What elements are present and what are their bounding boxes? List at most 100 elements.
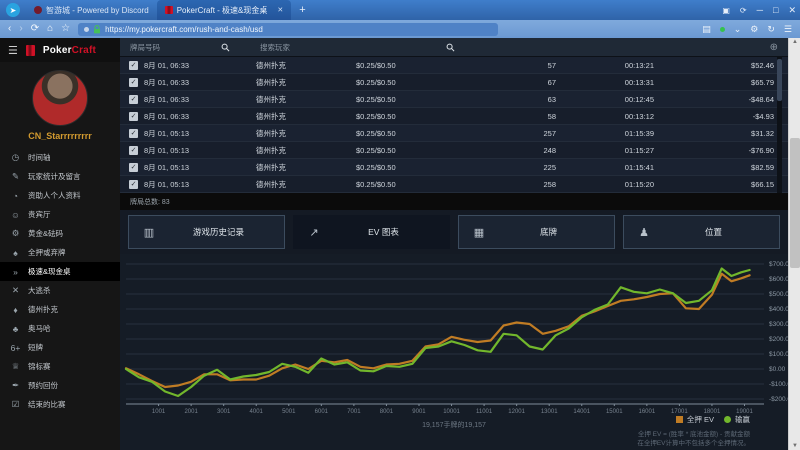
game-type: 德州扑克: [256, 162, 356, 173]
status-dot-icon[interactable]: [720, 24, 725, 34]
home-icon[interactable]: ⌂: [47, 24, 53, 34]
share-icon[interactable]: ⟳: [740, 6, 747, 15]
row-checkbox[interactable]: ✓: [129, 180, 138, 189]
row-checkbox[interactable]: ✓: [129, 129, 138, 138]
rush-and-cash-icon: »: [10, 267, 21, 277]
address-bar[interactable]: https://my.pokercraft.com/rush-and-cash/…: [78, 23, 498, 36]
table-row[interactable]: ✓8月 01, 05:13德州扑克$0.25/$0.5024801:15:27-…: [120, 142, 788, 159]
page-scrollbar[interactable]: ▲ ▼: [788, 38, 800, 450]
table-row[interactable]: ✓8月 01, 06:33德州扑克$0.25/$0.505800:13:12-$…: [120, 108, 788, 125]
sidebar-item-omaha[interactable]: ♣奥马哈: [0, 319, 120, 338]
svg-text:3001: 3001: [217, 409, 231, 415]
session-result: -$4.93: [654, 112, 774, 121]
site-info-icon[interactable]: [84, 27, 89, 32]
back-icon[interactable]: ‹: [8, 24, 11, 34]
row-checkbox[interactable]: ✓: [129, 112, 138, 121]
profile-badge-icon[interactable]: ▣: [722, 6, 730, 15]
sidebar-item-booked-staking[interactable]: ✒预约回份: [0, 376, 120, 395]
row-checkbox[interactable]: ✓: [129, 163, 138, 172]
table-row[interactable]: ✓8月 01, 06:33德州扑克$0.25/$0.506700:13:31$6…: [120, 74, 788, 91]
close-button[interactable]: ✕: [788, 5, 796, 16]
sidebar-item-timeline[interactable]: ◷时间轴: [0, 148, 120, 167]
table-row[interactable]: ✓8月 01, 06:33德州扑克$0.25/$0.506300:12:45-$…: [120, 91, 788, 108]
player-stats-notes-icon: ✎: [10, 171, 21, 182]
bookmark-star-icon[interactable]: ☆: [61, 24, 70, 34]
sidebar-item-vip-lounge[interactable]: ☺贵宾厅: [0, 205, 120, 224]
extensions-icon[interactable]: ▤: [702, 24, 711, 35]
svg-text:$400.00: $400.00: [769, 306, 788, 313]
hands-count: 257: [468, 129, 556, 138]
tab-pokercraft-label: PokerCraft - 极速&现金桌: [177, 5, 268, 16]
sidebar-item-holdem[interactable]: ♦德州扑克: [0, 300, 120, 319]
scrollbar-thumb[interactable]: [790, 138, 800, 268]
sidebar-item-gold-tokens[interactable]: ⚙黄金&砝码: [0, 224, 120, 243]
svg-text:2001: 2001: [184, 409, 198, 415]
row-checkbox[interactable]: ✓: [129, 78, 138, 87]
sidebar-item-staking-profile[interactable]: ◔资助人个人资料: [0, 186, 120, 205]
duration: 01:15:41: [556, 163, 654, 172]
row-checkbox[interactable]: ✓: [129, 61, 138, 70]
sidebar-item-rush-and-cash[interactable]: »极速&现金桌: [0, 262, 120, 281]
sidebar-item-short-deck[interactable]: 6+短牌: [0, 338, 120, 357]
sidebar-item-label: 全押或弃牌: [28, 247, 66, 258]
scroll-up-icon[interactable]: ▲: [789, 39, 800, 45]
scroll-down-icon[interactable]: ▼: [789, 443, 800, 449]
browser-tab-discord[interactable]: 智游城 - Powered by Discord: [26, 0, 157, 20]
settings-gear-icon[interactable]: ⚙: [750, 24, 758, 35]
svg-text:11001: 11001: [476, 409, 493, 415]
forward-icon[interactable]: ›: [19, 24, 22, 34]
telegram-icon[interactable]: ➤: [6, 3, 20, 17]
ev-chart-icon: ↗: [306, 226, 322, 239]
table-scrollbar[interactable]: [777, 57, 782, 193]
maximize-button[interactable]: □: [773, 5, 778, 15]
search-icon[interactable]: [446, 43, 455, 52]
pokercraft-favicon: [165, 6, 173, 14]
svg-text:-$200.00: -$200.00: [769, 396, 788, 403]
session-result: $82.59: [654, 163, 774, 172]
row-checkbox[interactable]: ✓: [129, 95, 138, 104]
hand-number-input[interactable]: 牌局号码: [130, 42, 215, 53]
history-icon[interactable]: ↻: [767, 24, 775, 35]
sidebar-item-player-stats-notes[interactable]: ✎ 玩家统计及留言: [0, 167, 120, 186]
stakes: $0.25/$0.50: [356, 78, 468, 87]
sidebar-hamburger-icon[interactable]: ☰: [8, 44, 18, 57]
session-result: $31.32: [654, 129, 774, 138]
player-search-input[interactable]: 搜索玩家: [260, 42, 440, 53]
sidebar-item-tournament[interactable]: ♕锦标赛: [0, 357, 120, 376]
minimize-button[interactable]: ─: [757, 5, 763, 15]
browser-tab-pokercraft[interactable]: PokerCraft - 极速&现金桌 ✕: [157, 0, 292, 20]
sidebar-item-label: 玩家统计及留言: [28, 171, 81, 182]
svg-text:5001: 5001: [282, 409, 296, 415]
table-row[interactable]: ✓8月 01, 05:13德州扑克$0.25/$0.5022501:15:41$…: [120, 159, 788, 176]
row-checkbox[interactable]: ✓: [129, 146, 138, 155]
duration: 01:15:39: [556, 129, 654, 138]
tab-position[interactable]: ♟位置: [623, 215, 780, 249]
sidebar-item-all-in-or-fold[interactable]: ♠全押或弃牌: [0, 243, 120, 262]
svg-text:$0.00: $0.00: [769, 366, 786, 373]
svg-text:$600.00: $600.00: [769, 276, 788, 283]
browser-menu-icon[interactable]: ☰: [784, 24, 792, 35]
table-row[interactable]: ✓8月 01, 05:13德州扑克$0.25/$0.5025801:15:20$…: [120, 176, 788, 193]
tab-ev-chart[interactable]: ↗EV 图表: [293, 215, 450, 249]
caret-down-icon[interactable]: ⌄: [734, 24, 742, 35]
svg-text:12001: 12001: [508, 409, 525, 415]
stakes: $0.25/$0.50: [356, 146, 468, 155]
svg-text:16001: 16001: [639, 409, 656, 415]
short-deck-icon: 6+: [10, 343, 21, 353]
table-row[interactable]: ✓8月 01, 06:33德州扑克$0.25/$0.505700:13:21$5…: [120, 57, 788, 74]
search-icon[interactable]: [221, 43, 230, 52]
language-globe-icon[interactable]: ⊕: [770, 42, 778, 53]
sidebar-item-finished-events[interactable]: ☑结束的比赛: [0, 395, 120, 414]
tab-hole-cards[interactable]: ▦底牌: [458, 215, 615, 249]
tab-close-icon[interactable]: ✕: [277, 6, 283, 14]
sidebar-item-battle-royale[interactable]: ✕大逃杀: [0, 281, 120, 300]
duration: 00:13:12: [556, 112, 654, 121]
table-row[interactable]: ✓8月 01, 05:13德州扑克$0.25/$0.5025701:15:39$…: [120, 125, 788, 142]
session-date: 8月 01, 06:33: [144, 60, 256, 71]
new-tab-button[interactable]: +: [299, 4, 305, 16]
tab-game-history[interactable]: ▥游戏历史记录: [128, 215, 285, 249]
avatar[interactable]: [32, 70, 88, 126]
pokercraft-logo-icon: [26, 45, 35, 56]
hands-count: 58: [468, 112, 556, 121]
refresh-icon[interactable]: ⟳: [31, 24, 39, 34]
